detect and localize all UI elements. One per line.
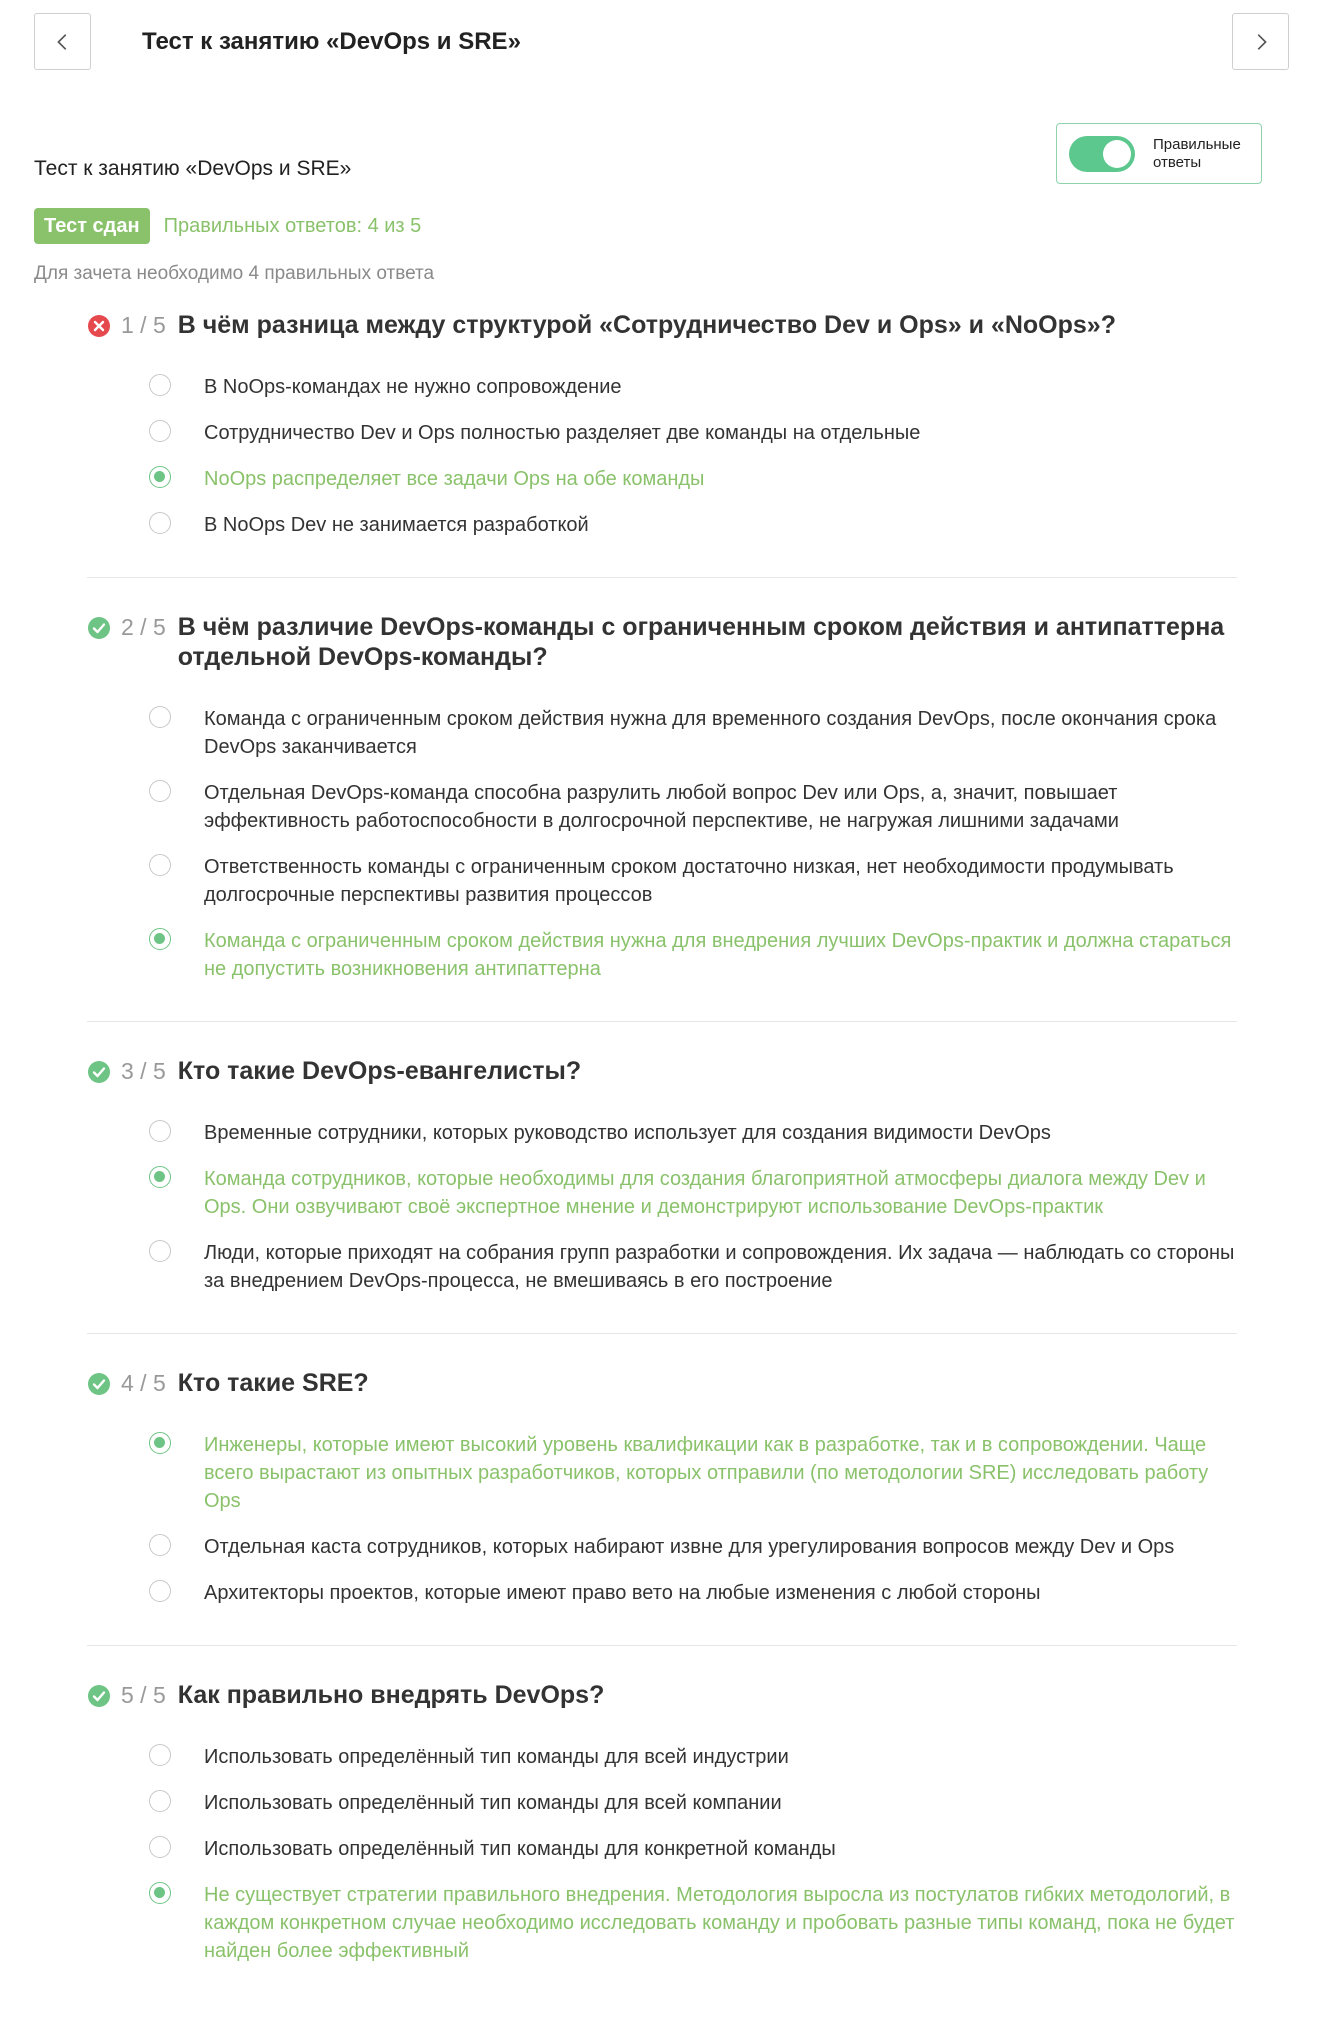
answer-text: Команда с ограниченным сроком действия н… bbox=[204, 930, 1232, 980]
correct-answer-icon bbox=[88, 1061, 110, 1083]
answer-text: Временные сотрудники, которых руководств… bbox=[204, 1122, 1051, 1144]
radio-checked[interactable] bbox=[149, 466, 171, 488]
status-badge: Тест сдан bbox=[34, 208, 150, 244]
answer-option[interactable]: В NoOps-командах не нужно сопровождение bbox=[149, 373, 1237, 401]
radio-unchecked[interactable] bbox=[149, 1534, 171, 1556]
chevron-left-icon bbox=[56, 33, 66, 50]
answer-option[interactable]: Использовать определённый тип команды дл… bbox=[149, 1789, 1237, 1817]
radio-unchecked[interactable] bbox=[149, 706, 171, 728]
answer-text: Люди, которые приходят на собрания групп… bbox=[204, 1242, 1235, 1292]
prev-button[interactable] bbox=[34, 13, 91, 70]
answer-option[interactable]: Сотрудничество Dev и Ops полностью разде… bbox=[149, 419, 1237, 447]
questions-list: 1 / 5 В чём разница между структурой «Сот… bbox=[87, 310, 1237, 2037]
score-text: Правильных ответов: 4 из 5 bbox=[163, 214, 422, 237]
toggle-switch[interactable] bbox=[1069, 135, 1135, 172]
answer-option[interactable]: Инженеры, которые имеют высокий уровень … bbox=[149, 1431, 1237, 1515]
question-number: 4 / 5 bbox=[121, 1370, 166, 1396]
answer-option[interactable]: Команда с ограниченным сроком действия н… bbox=[149, 927, 1237, 983]
question-header: 4 / 5 Кто такие SRE? bbox=[87, 1368, 1237, 1398]
test-name: Тест к занятию «DevOps и SRE» bbox=[34, 157, 352, 180]
correct-answer-icon bbox=[88, 617, 110, 639]
radio-unchecked[interactable] bbox=[149, 374, 171, 396]
answer-option[interactable]: Команда с ограниченным сроком действия н… bbox=[149, 705, 1237, 761]
answer-option[interactable]: Команда сотрудников, которые необходимы … bbox=[149, 1165, 1237, 1221]
radio-unchecked[interactable] bbox=[149, 1790, 171, 1812]
answer-text: NoOps распределяет все задачи Ops на обе… bbox=[204, 468, 705, 490]
toggle-label: Правильные ответы bbox=[1153, 135, 1241, 171]
question-text: Кто такие SRE? bbox=[177, 1369, 369, 1397]
question-block: 1 / 5 В чём разница между структурой «Сот… bbox=[87, 310, 1237, 578]
answer-text: Команда с ограниченным сроком действия н… bbox=[204, 708, 1217, 758]
answer-option[interactable]: Использовать определённый тип команды дл… bbox=[149, 1835, 1237, 1863]
answer-text: Отдельная DevOps-команда способна разрул… bbox=[204, 782, 1119, 832]
answer-text: Не существует стратегии правильного внед… bbox=[204, 1884, 1235, 1962]
answer-option[interactable]: Не существует стратегии правильного внед… bbox=[149, 1881, 1237, 1965]
radio-unchecked[interactable] bbox=[149, 780, 171, 802]
question-number: 1 / 5 bbox=[121, 312, 166, 338]
correct-answer-icon bbox=[88, 1685, 110, 1707]
question-block: 5 / 5 Как правильно внедрять DevOps? Испол… bbox=[87, 1680, 1237, 2003]
answer-option[interactable]: Временные сотрудники, которых руководств… bbox=[149, 1119, 1237, 1147]
answer-text: В NoOps-командах не нужно сопровождение bbox=[204, 376, 622, 398]
pass-requirement: Для зачета необходимо 4 правильных ответ… bbox=[34, 263, 435, 284]
answer-option[interactable]: Отдельная каста сотрудников, которых наб… bbox=[149, 1533, 1237, 1561]
answer-option[interactable]: Архитекторы проектов, которые имеют прав… bbox=[149, 1579, 1237, 1607]
question-block: 4 / 5 Кто такие SRE? Инженеры, которые име… bbox=[87, 1368, 1237, 1646]
question-number: 5 / 5 bbox=[121, 1682, 166, 1708]
radio-checked[interactable] bbox=[149, 1432, 171, 1454]
radio-unchecked[interactable] bbox=[149, 854, 171, 876]
answer-option[interactable]: NoOps распределяет все задачи Ops на обе… bbox=[149, 465, 1237, 493]
answers-list: Команда с ограниченным сроком действия н… bbox=[87, 705, 1237, 983]
wrong-answer-icon bbox=[88, 315, 110, 337]
answers-list: В NoOps-командах не нужно сопровождение С… bbox=[87, 373, 1237, 539]
question-number: 3 / 5 bbox=[121, 1058, 166, 1084]
radio-unchecked[interactable] bbox=[149, 1120, 171, 1142]
question-header: 1 / 5 В чём разница между структурой «Сот… bbox=[87, 310, 1237, 340]
answer-text: Архитекторы проектов, которые имеют прав… bbox=[204, 1582, 1041, 1604]
radio-unchecked[interactable] bbox=[149, 1836, 171, 1858]
answers-list: Временные сотрудники, которых руководств… bbox=[87, 1119, 1237, 1295]
question-text: Кто такие DevOps-евангелисты? bbox=[177, 1057, 582, 1085]
answer-option[interactable]: В NoOps Dev не занимается разработкой bbox=[149, 511, 1237, 539]
answer-option[interactable]: Ответственность команды с ограниченным с… bbox=[149, 853, 1237, 909]
toggle-knob bbox=[1103, 139, 1131, 168]
question-header: 3 / 5 Кто такие DevOps-евангелисты? bbox=[87, 1056, 1237, 1086]
answers-list: Использовать определённый тип команды дл… bbox=[87, 1743, 1237, 1965]
answer-text: Сотрудничество Dev и Ops полностью разде… bbox=[204, 422, 921, 444]
question-header: 2 / 5 В чём различие DevOps-команды с огр… bbox=[87, 612, 1237, 672]
question-block: 2 / 5 В чём различие DevOps-команды с огр… bbox=[87, 612, 1237, 1022]
answer-option[interactable]: Отдельная DevOps-команда способна разрул… bbox=[149, 779, 1237, 835]
answer-text: Использовать определённый тип команды дл… bbox=[204, 1792, 782, 1814]
correct-answer-icon bbox=[88, 1373, 110, 1395]
next-button[interactable] bbox=[1232, 13, 1289, 70]
question-block: 3 / 5 Кто такие DevOps-евангелисты? Времен… bbox=[87, 1056, 1237, 1334]
answer-text: Отдельная каста сотрудников, которых наб… bbox=[204, 1536, 1175, 1558]
question-header: 5 / 5 Как правильно внедрять DevOps? bbox=[87, 1680, 1237, 1710]
answer-text: Использовать определённый тип команды дл… bbox=[204, 1746, 789, 1768]
question-number: 2 / 5 bbox=[121, 614, 166, 640]
radio-unchecked[interactable] bbox=[149, 1744, 171, 1766]
test-status-row: Тест сдан Правильных ответов: 4 из 5 bbox=[34, 208, 421, 244]
radio-checked[interactable] bbox=[149, 928, 171, 950]
question-text: Как правильно внедрять DevOps? bbox=[177, 1681, 605, 1709]
answer-text: Ответственность команды с ограниченным с… bbox=[204, 856, 1174, 906]
answer-text: Инженеры, которые имеют высокий уровень … bbox=[204, 1434, 1209, 1512]
chevron-right-icon bbox=[1257, 33, 1267, 50]
radio-unchecked[interactable] bbox=[149, 512, 171, 534]
answers-list: Инженеры, которые имеют высокий уровень … bbox=[87, 1431, 1237, 1607]
answer-text: Команда сотрудников, которые необходимы … bbox=[204, 1168, 1206, 1218]
radio-unchecked[interactable] bbox=[149, 420, 171, 442]
radio-unchecked[interactable] bbox=[149, 1580, 171, 1602]
answer-text: Использовать определённый тип команды дл… bbox=[204, 1838, 836, 1860]
answer-option[interactable]: Использовать определённый тип команды дл… bbox=[149, 1743, 1237, 1771]
answer-text: В NoOps Dev не занимается разработкой bbox=[204, 514, 589, 536]
radio-checked[interactable] bbox=[149, 1882, 171, 1904]
radio-checked[interactable] bbox=[149, 1166, 171, 1188]
question-text: В чём разница между структурой «Сотрудни… bbox=[177, 311, 1116, 339]
answer-option[interactable]: Люди, которые приходят на собрания групп… bbox=[149, 1239, 1237, 1295]
radio-unchecked[interactable] bbox=[149, 1240, 171, 1262]
page-title: Тест к занятию «DevOps и SRE» bbox=[142, 28, 521, 55]
question-text: В чём различие DevOps-команды с ограниче… bbox=[177, 613, 1225, 671]
show-answers-toggle[interactable]: Правильные ответы bbox=[1056, 123, 1262, 184]
